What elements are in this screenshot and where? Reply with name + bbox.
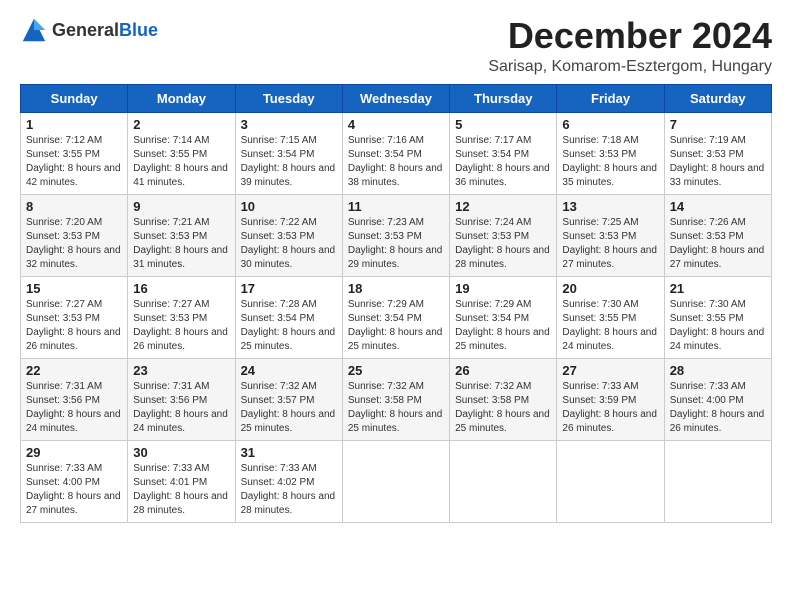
col-wednesday: Wednesday <box>342 84 449 112</box>
day-18: 18 Sunrise: 7:29 AMSunset: 3:54 PMDaylig… <box>342 276 449 358</box>
col-tuesday: Tuesday <box>235 84 342 112</box>
logo: GeneralBlue <box>20 16 158 44</box>
empty-6 <box>557 440 664 522</box>
day-3: 3 Sunrise: 7:15 AMSunset: 3:54 PMDayligh… <box>235 112 342 194</box>
day-29: 29 Sunrise: 7:33 AMSunset: 4:00 PMDaylig… <box>21 440 128 522</box>
day-25: 25 Sunrise: 7:32 AMSunset: 3:58 PMDaylig… <box>342 358 449 440</box>
day-20: 20 Sunrise: 7:30 AMSunset: 3:55 PMDaylig… <box>557 276 664 358</box>
day-15: 15 Sunrise: 7:27 AMSunset: 3:53 PMDaylig… <box>21 276 128 358</box>
day-13: 13 Sunrise: 7:25 AMSunset: 3:53 PMDaylig… <box>557 194 664 276</box>
day-17: 17 Sunrise: 7:28 AMSunset: 3:54 PMDaylig… <box>235 276 342 358</box>
day-21: 21 Sunrise: 7:30 AMSunset: 3:55 PMDaylig… <box>664 276 771 358</box>
logo-general: General <box>52 20 119 40</box>
day-12: 12 Sunrise: 7:24 AMSunset: 3:53 PMDaylig… <box>450 194 557 276</box>
empty-4 <box>342 440 449 522</box>
day-19: 19 Sunrise: 7:29 AMSunset: 3:54 PMDaylig… <box>450 276 557 358</box>
calendar-table: Sunday Monday Tuesday Wednesday Thursday… <box>20 84 772 523</box>
day-31: 31 Sunrise: 7:33 AMSunset: 4:02 PMDaylig… <box>235 440 342 522</box>
week-5: 29 Sunrise: 7:33 AMSunset: 4:00 PMDaylig… <box>21 440 772 522</box>
week-2: 8 Sunrise: 7:20 AMSunset: 3:53 PMDayligh… <box>21 194 772 276</box>
day-1: 1 Sunrise: 7:12 AMSunset: 3:55 PMDayligh… <box>21 112 128 194</box>
empty-7 <box>664 440 771 522</box>
day-4: 4 Sunrise: 7:16 AMSunset: 3:54 PMDayligh… <box>342 112 449 194</box>
day-26: 26 Sunrise: 7:32 AMSunset: 3:58 PMDaylig… <box>450 358 557 440</box>
day-24: 24 Sunrise: 7:32 AMSunset: 3:57 PMDaylig… <box>235 358 342 440</box>
title-section: December 2024 Sarisap, Komarom-Esztergom… <box>488 16 772 76</box>
day-10: 10 Sunrise: 7:22 AMSunset: 3:53 PMDaylig… <box>235 194 342 276</box>
day-9: 9 Sunrise: 7:21 AMSunset: 3:53 PMDayligh… <box>128 194 235 276</box>
day-22: 22 Sunrise: 7:31 AMSunset: 3:56 PMDaylig… <box>21 358 128 440</box>
col-friday: Friday <box>557 84 664 112</box>
col-sunday: Sunday <box>21 84 128 112</box>
day-16: 16 Sunrise: 7:27 AMSunset: 3:53 PMDaylig… <box>128 276 235 358</box>
week-3: 15 Sunrise: 7:27 AMSunset: 3:53 PMDaylig… <box>21 276 772 358</box>
empty-5 <box>450 440 557 522</box>
page-header: GeneralBlue December 2024 Sarisap, Komar… <box>20 16 772 76</box>
col-saturday: Saturday <box>664 84 771 112</box>
month-title: December 2024 <box>488 16 772 56</box>
week-1: 1 Sunrise: 7:12 AMSunset: 3:55 PMDayligh… <box>21 112 772 194</box>
logo-icon <box>20 16 48 44</box>
day-2: 2 Sunrise: 7:14 AMSunset: 3:55 PMDayligh… <box>128 112 235 194</box>
day-23: 23 Sunrise: 7:31 AMSunset: 3:56 PMDaylig… <box>128 358 235 440</box>
col-monday: Monday <box>128 84 235 112</box>
header-row: Sunday Monday Tuesday Wednesday Thursday… <box>21 84 772 112</box>
week-4: 22 Sunrise: 7:31 AMSunset: 3:56 PMDaylig… <box>21 358 772 440</box>
location-subtitle: Sarisap, Komarom-Esztergom, Hungary <box>488 58 772 76</box>
day-7: 7 Sunrise: 7:19 AMSunset: 3:53 PMDayligh… <box>664 112 771 194</box>
day-11: 11 Sunrise: 7:23 AMSunset: 3:53 PMDaylig… <box>342 194 449 276</box>
day-5: 5 Sunrise: 7:17 AMSunset: 3:54 PMDayligh… <box>450 112 557 194</box>
day-30: 30 Sunrise: 7:33 AMSunset: 4:01 PMDaylig… <box>128 440 235 522</box>
col-thursday: Thursday <box>450 84 557 112</box>
day-27: 27 Sunrise: 7:33 AMSunset: 3:59 PMDaylig… <box>557 358 664 440</box>
day-14: 14 Sunrise: 7:26 AMSunset: 3:53 PMDaylig… <box>664 194 771 276</box>
day-8: 8 Sunrise: 7:20 AMSunset: 3:53 PMDayligh… <box>21 194 128 276</box>
day-28: 28 Sunrise: 7:33 AMSunset: 4:00 PMDaylig… <box>664 358 771 440</box>
day-6: 6 Sunrise: 7:18 AMSunset: 3:53 PMDayligh… <box>557 112 664 194</box>
logo-blue: Blue <box>119 20 158 40</box>
